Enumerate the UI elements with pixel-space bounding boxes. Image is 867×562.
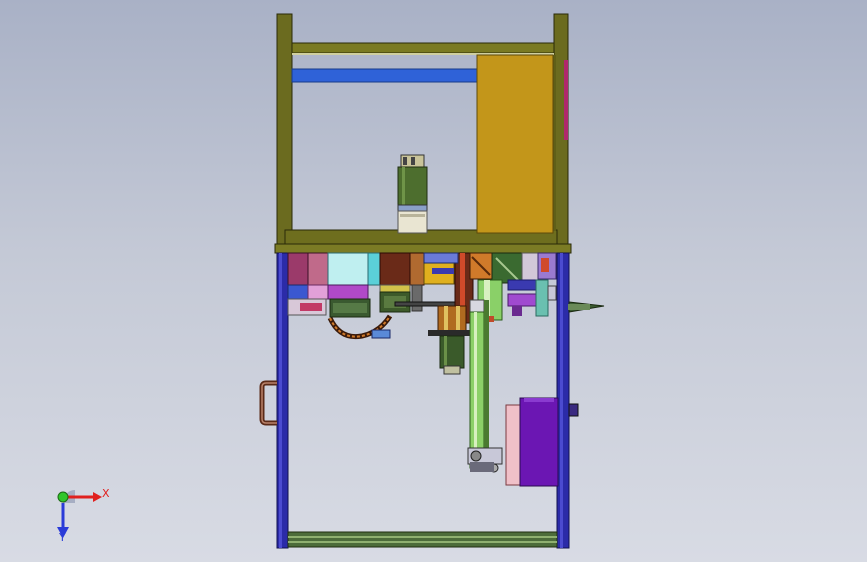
cabinet-panel: [476, 54, 554, 234]
upper-motor: [397, 154, 428, 234]
door-handle[interactable]: [259, 380, 277, 426]
machine-assembly-drawing[interactable]: [0, 0, 867, 562]
x-axis-label: X: [102, 487, 110, 500]
vertical-rail: [469, 300, 489, 469]
y-axis-label: Y: [59, 531, 66, 544]
blue-crossbar: [291, 68, 479, 83]
cad-viewport[interactable]: X Y: [0, 0, 867, 562]
